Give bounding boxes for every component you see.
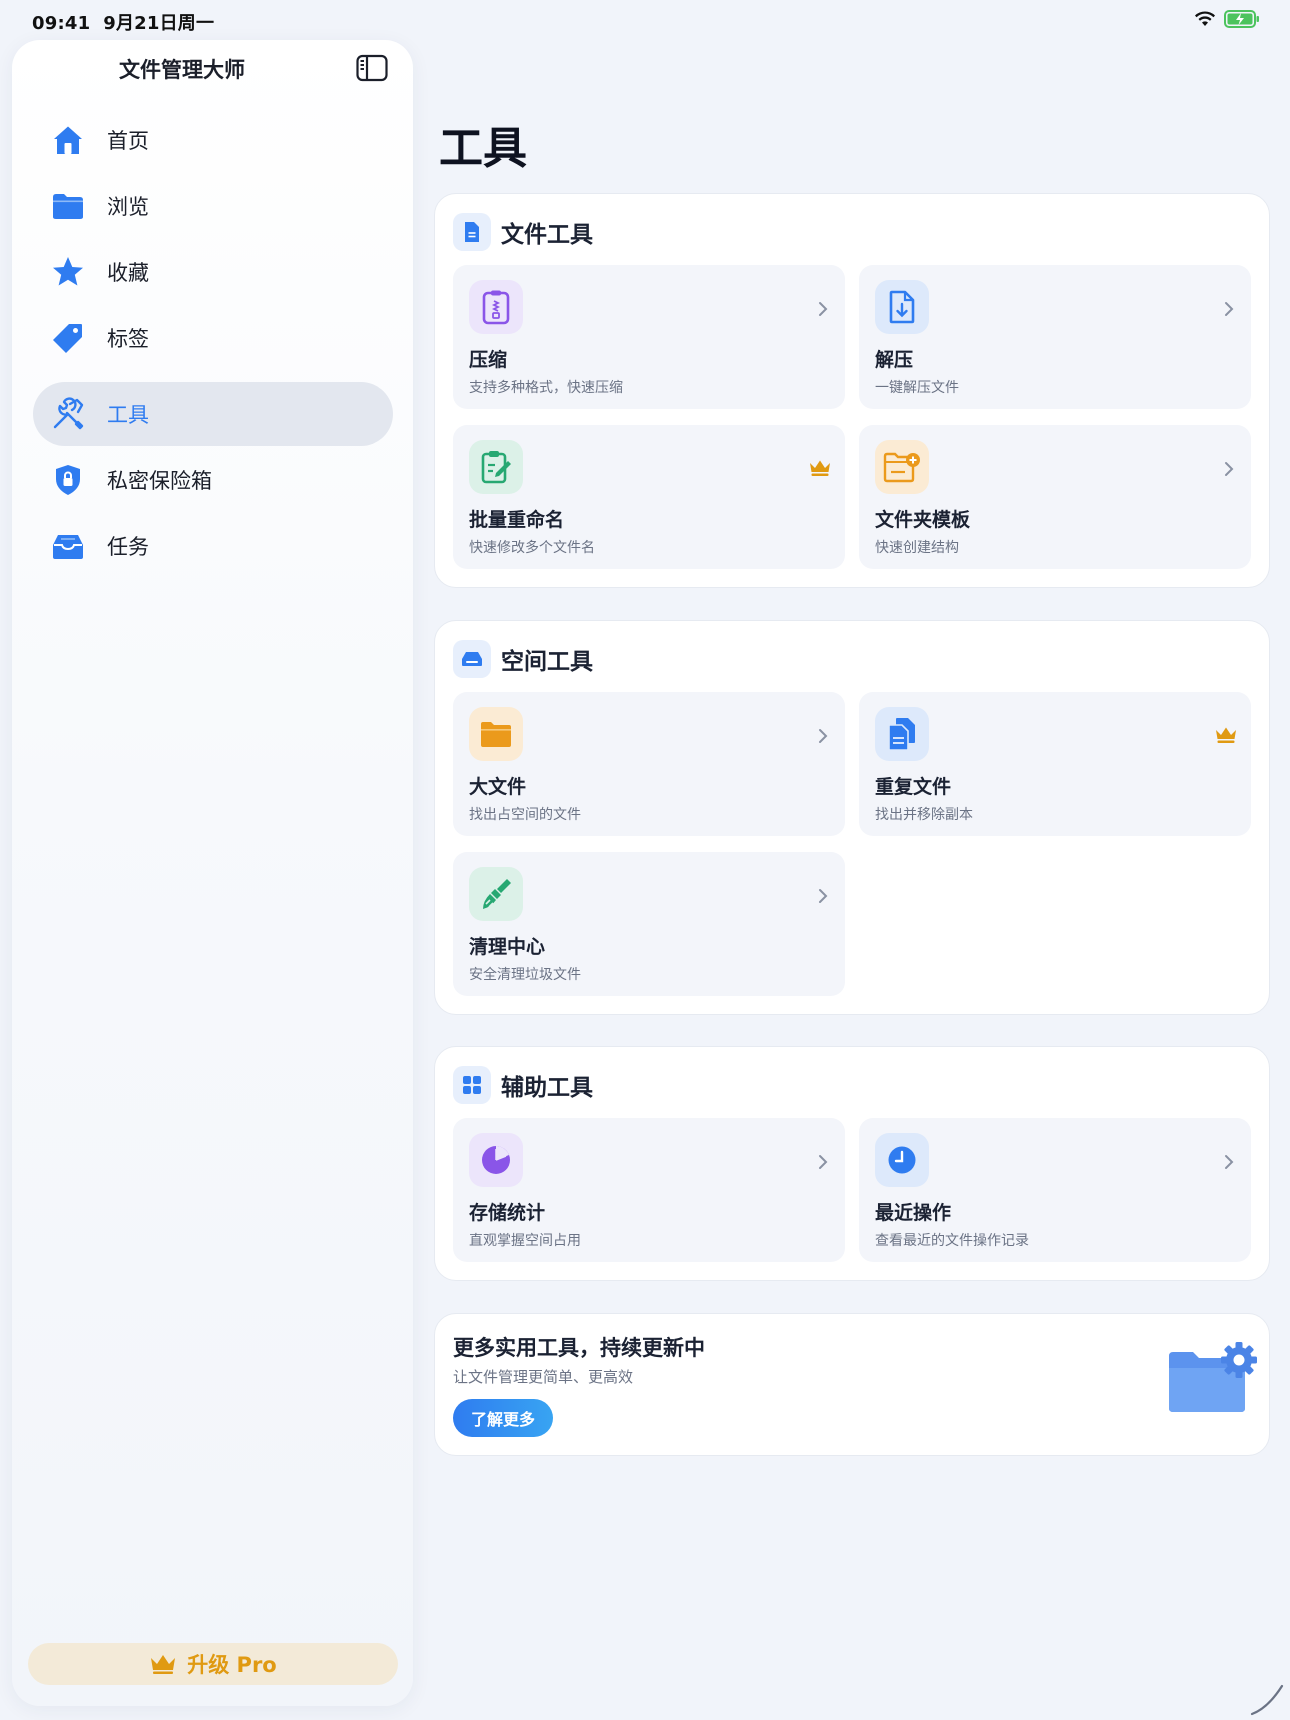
chevron-right-icon xyxy=(1225,302,1234,316)
section-file-tools: 文件工具 压缩 支持多种格式，快速压缩 解压 一键解压文件 批量重命名 快速修改… xyxy=(434,193,1270,588)
section-space-tools: 空间工具 大文件 找出占空间的文件 重复文件 找出并移除副本 清理中心 安全清理… xyxy=(434,620,1270,1015)
sidebar: 文件管理大师 首页 浏览 收藏 标签 工具 私密保险箱 任务 升级 Pro xyxy=(12,40,413,1706)
broom-icon xyxy=(483,879,511,909)
tool-card-title: 清理中心 xyxy=(469,936,546,958)
tool-card-desc: 支持多种格式，快速压缩 xyxy=(469,380,623,396)
clock-icon xyxy=(888,1146,916,1174)
status-time: 09:41 9月21日周一 xyxy=(32,13,215,34)
folder-icon xyxy=(481,722,511,747)
tray-icon xyxy=(53,535,83,559)
sidebar-toggle-icon[interactable] xyxy=(356,54,388,82)
tool-card-title: 解压 xyxy=(875,349,914,371)
tool-card-desc: 快速修改多个文件名 xyxy=(469,540,595,556)
sidebar-item-label: 标签 xyxy=(107,327,149,351)
battery-charging-icon xyxy=(1224,10,1259,28)
folder-icon xyxy=(53,194,83,219)
sidebar-item-tags[interactable]: 标签 xyxy=(33,306,393,370)
tool-card-desc: 一键解压文件 xyxy=(875,380,959,396)
tool-card-storage-stats[interactable]: 存储统计 直观掌握空间占用 xyxy=(453,1118,845,1262)
app-title: 文件管理大师 xyxy=(119,58,245,82)
lock-shield-icon xyxy=(56,465,80,495)
tool-card-title: 重复文件 xyxy=(875,776,952,798)
pro-crown-icon xyxy=(1216,727,1236,743)
promo-subtitle: 让文件管理更简单、更高效 xyxy=(453,1368,634,1386)
sidebar-item-label: 首页 xyxy=(107,129,149,153)
tool-card-title: 存储统计 xyxy=(469,1202,546,1224)
tool-card-extract[interactable]: 解压 一键解压文件 xyxy=(859,265,1251,409)
sidebar-item-label: 工具 xyxy=(107,403,149,427)
tool-card-title: 文件夹模板 xyxy=(875,509,971,531)
sidebar-item-private-vault[interactable]: 私密保险箱 xyxy=(33,448,393,512)
tool-card-desc: 快速创建结构 xyxy=(875,540,959,556)
folder-add-icon xyxy=(883,452,920,483)
section-title: 空间工具 xyxy=(501,649,593,675)
duplicate-files-icon xyxy=(888,718,915,751)
tool-card-title: 最近操作 xyxy=(875,1202,952,1224)
hard-drive-icon xyxy=(462,652,482,666)
resize-handle-icon xyxy=(1250,1684,1284,1716)
chevron-right-icon xyxy=(819,302,828,316)
pro-crown-icon xyxy=(810,460,830,476)
tag-icon xyxy=(53,324,82,353)
sidebar-item-tools[interactable]: 工具 xyxy=(33,382,393,446)
tool-card-recent-actions[interactable]: 最近操作 查看最近的文件操作记录 xyxy=(859,1118,1251,1262)
learn-more-button[interactable]: 了解更多 xyxy=(453,1399,553,1437)
sidebar-item-label: 浏览 xyxy=(107,195,149,219)
house-icon xyxy=(54,126,82,154)
sidebar-item-home[interactable]: 首页 xyxy=(33,108,393,172)
chevron-right-icon xyxy=(819,889,828,903)
zip-file-icon xyxy=(482,290,510,325)
status-bar: 09:41 9月21日周一 xyxy=(0,0,1290,40)
section-title: 辅助工具 xyxy=(501,1075,593,1101)
tool-card-large-files[interactable]: 大文件 找出占空间的文件 xyxy=(453,692,845,836)
tool-card-desc: 找出占空间的文件 xyxy=(469,807,581,823)
tool-card-title: 批量重命名 xyxy=(469,509,565,531)
grid-icon xyxy=(463,1076,481,1094)
promo-banner: 更多实用工具，持续更新中 让文件管理更简单、更高效 了解更多 xyxy=(434,1313,1270,1456)
upgrade-pro-button[interactable]: 升级 Pro xyxy=(28,1643,398,1685)
tool-card-title: 大文件 xyxy=(469,776,527,798)
sidebar-item-browse[interactable]: 浏览 xyxy=(33,174,393,238)
sidebar-nav: 首页 浏览 收藏 标签 工具 私密保险箱 任务 xyxy=(33,108,393,580)
tool-card-desc: 找出并移除副本 xyxy=(875,807,973,823)
chevron-right-icon xyxy=(819,729,828,743)
star-icon xyxy=(53,257,83,286)
sidebar-item-label: 收藏 xyxy=(107,261,149,285)
pie-chart-icon xyxy=(482,1146,510,1174)
file-download-icon xyxy=(889,290,915,324)
sidebar-item-label: 任务 xyxy=(107,535,149,559)
section-helper-tools: 辅助工具 存储统计 直观掌握空间占用 最近操作 查看最近的文件操作记录 xyxy=(434,1046,1270,1281)
sidebar-item-favorites[interactable]: 收藏 xyxy=(33,240,393,304)
tool-card-desc: 直观掌握空间占用 xyxy=(469,1233,581,1249)
chevron-right-icon xyxy=(1225,1155,1234,1169)
wifi-icon xyxy=(1195,11,1215,26)
section-title: 文件工具 xyxy=(501,222,593,248)
tool-card-duplicate-files[interactable]: 重复文件 找出并移除副本 xyxy=(859,692,1251,836)
wrench-screwdriver-icon xyxy=(53,397,84,430)
upgrade-label: 升级 Pro xyxy=(187,1653,277,1677)
tool-card-folder-template[interactable]: 文件夹模板 快速创建结构 xyxy=(859,425,1251,569)
tool-card-desc: 查看最近的文件操作记录 xyxy=(875,1233,1029,1249)
promo-title: 更多实用工具，持续更新中 xyxy=(453,1336,705,1360)
chevron-right-icon xyxy=(819,1155,828,1169)
status-date: 9月21日周一 xyxy=(103,13,215,34)
chevron-right-icon xyxy=(1225,462,1234,476)
sidebar-item-label: 私密保险箱 xyxy=(107,469,212,493)
folder-gear-icon xyxy=(1169,1342,1257,1412)
tool-card-batch-rename[interactable]: 批量重命名 快速修改多个文件名 xyxy=(453,425,845,569)
tool-card-desc: 安全清理垃圾文件 xyxy=(469,967,581,983)
tool-card-cleanup-center[interactable]: 清理中心 安全清理垃圾文件 xyxy=(453,852,845,996)
tool-card-compress[interactable]: 压缩 支持多种格式，快速压缩 xyxy=(453,265,845,409)
crown-icon xyxy=(151,1655,176,1674)
clipboard-edit-icon xyxy=(481,451,511,484)
document-icon xyxy=(465,222,479,242)
sidebar-item-tasks[interactable]: 任务 xyxy=(33,514,393,578)
page-title: 工具 xyxy=(439,123,527,174)
tool-card-title: 压缩 xyxy=(469,349,508,371)
